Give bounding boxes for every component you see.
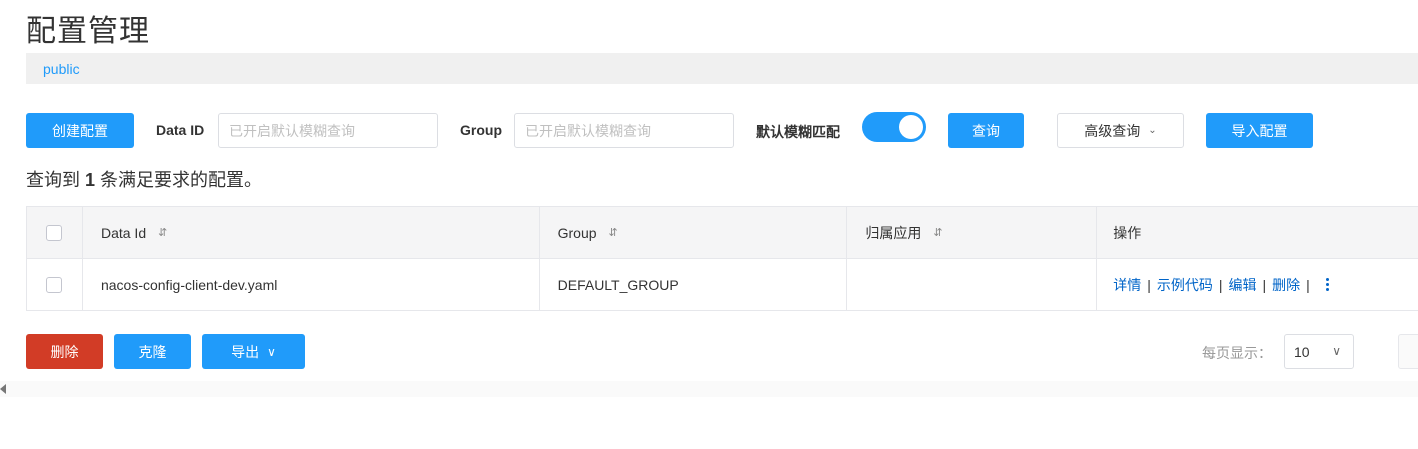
fuzzy-match-toggle[interactable] [862, 112, 926, 142]
header-actions: 操作 [1113, 224, 1142, 241]
action-separator: | [1147, 276, 1151, 293]
config-table: Data Id ⇵ Group ⇵ 归属应用 ⇵ 操作 nacos-config… [26, 206, 1418, 311]
table-row: nacos-config-client-dev.yaml DEFAULT_GRO… [27, 259, 1418, 311]
data-id-input[interactable] [218, 113, 438, 148]
header-data-id[interactable]: Data Id ⇵ [83, 207, 540, 258]
toggle-knob [899, 115, 923, 139]
group-label: Group [460, 122, 502, 138]
scroll-left-arrow-icon[interactable] [0, 384, 6, 394]
cell-data-id: nacos-config-client-dev.yaml [83, 259, 540, 310]
sort-icon[interactable]: ⇵ [158, 226, 167, 239]
sort-icon[interactable]: ⇵ [933, 226, 942, 239]
result-suffix: 条满足要求的配置。 [100, 170, 263, 190]
chevron-down-icon: ⌄ [1148, 125, 1157, 136]
advanced-query-button[interactable]: 高级查询 ⌄ [1057, 113, 1184, 148]
export-button[interactable]: 导出 ∨ [202, 334, 305, 369]
advanced-query-label: 高级查询 [1084, 122, 1141, 139]
create-config-button[interactable]: 创建配置 [26, 113, 134, 148]
page-size-select[interactable]: 10 ∨ [1284, 334, 1354, 369]
select-all-checkbox[interactable] [46, 224, 62, 241]
cell-actions: 详情 | 示例代码 | 编辑 | 删除 | [1097, 259, 1418, 310]
cell-app [847, 259, 1098, 310]
page-size-value: 10 [1294, 343, 1310, 360]
result-summary: 查询到 1 条满足要求的配置。 [26, 166, 262, 192]
action-separator: | [1306, 276, 1310, 293]
namespace-bar: public [26, 53, 1418, 84]
pagination[interactable] [1398, 334, 1418, 369]
result-count: 1 [85, 170, 96, 190]
horizontal-scrollbar[interactable] [0, 381, 1418, 397]
edit-link[interactable]: 编辑 [1229, 275, 1257, 295]
result-prefix: 查询到 [26, 170, 80, 190]
more-vertical-icon[interactable] [1325, 278, 1329, 291]
action-separator: | [1262, 276, 1267, 293]
sort-icon[interactable]: ⇵ [609, 226, 618, 239]
header-app[interactable]: 归属应用 ⇵ [847, 207, 1098, 258]
page-title: 配置管理 [26, 15, 150, 48]
import-config-button[interactable]: 导入配置 [1206, 113, 1313, 148]
table-header-row: Data Id ⇵ Group ⇵ 归属应用 ⇵ 操作 [27, 207, 1418, 259]
export-label: 导出 [231, 343, 260, 360]
row-checkbox[interactable] [46, 276, 62, 293]
group-input[interactable] [514, 113, 734, 148]
detail-link[interactable]: 详情 [1113, 275, 1141, 295]
chevron-down-icon: ∨ [267, 344, 276, 359]
cell-group: DEFAULT_GROUP [540, 259, 848, 310]
clone-button[interactable]: 克隆 [114, 334, 191, 369]
header-group[interactable]: Group ⇵ [540, 207, 848, 258]
sample-code-link[interactable]: 示例代码 [1157, 275, 1213, 295]
fuzzy-match-label: 默认模糊匹配 [756, 124, 840, 140]
query-button[interactable]: 查询 [948, 113, 1024, 148]
chevron-down-icon: ∨ [1332, 344, 1341, 358]
data-id-label: Data ID [156, 122, 205, 138]
delete-link[interactable]: 删除 [1272, 275, 1300, 295]
batch-delete-button[interactable]: 删除 [26, 334, 103, 369]
page-size-label: 每页显示： [1202, 345, 1272, 361]
action-separator: | [1218, 276, 1223, 293]
namespace-link-public[interactable]: public [43, 61, 80, 77]
